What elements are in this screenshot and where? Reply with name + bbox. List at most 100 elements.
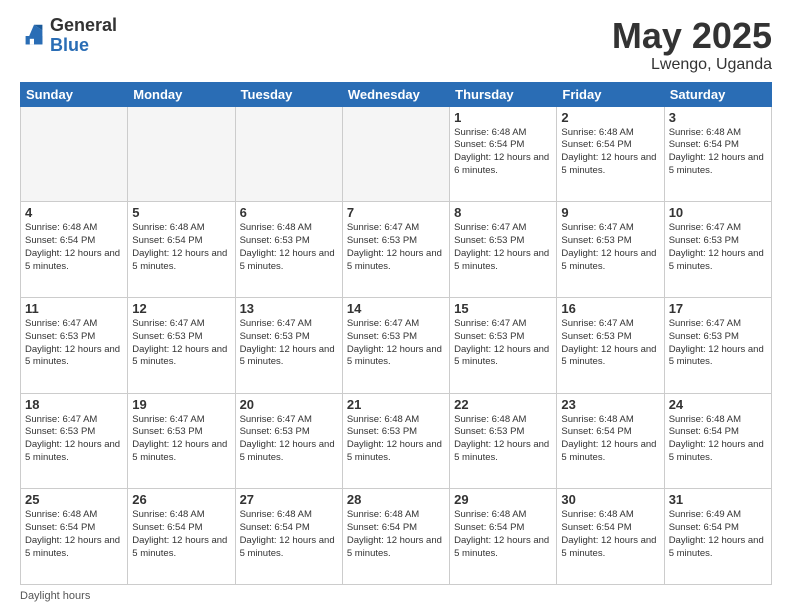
day-info: Sunrise: 6:48 AM Sunset: 6:54 PM Dayligh…: [669, 127, 767, 178]
table-row: 20 Sunrise: 6:47 AM Sunset: 6:53 PM Dayli…: [235, 393, 342, 489]
day-info: Sunrise: 6:47 AM Sunset: 6:53 PM Dayligh…: [561, 318, 659, 369]
day-number: 9: [561, 205, 659, 220]
day-header-row: Sunday Monday Tuesday Wednesday Thursday…: [21, 82, 772, 106]
table-row: 16Sunrise: 6:47 AM Sunset: 6:53 PM Dayli…: [557, 297, 664, 393]
calendar-title: May 2025: [612, 16, 772, 56]
day-info: Sunrise: 6:47 AM Sunset: 6:53 PM Dayligh…: [669, 318, 767, 369]
day-number: 26: [132, 492, 230, 507]
table-row: 11Sunrise: 6:47 AM Sunset: 6:53 PM Dayli…: [21, 297, 128, 393]
header-sunday: Sunday: [21, 82, 128, 106]
day-info: Sunrise: 6:48 AM Sunset: 6:53 PM Dayligh…: [347, 414, 445, 465]
day-info: Sunrise: 6:47 AM Sunset: 6:53 PM Dayligh…: [240, 318, 338, 369]
calendar-week-row: 11 Sunrise: 6:47 AM Sunset: 6:53 PM Dayli…: [21, 297, 772, 393]
table-row: 14 Sunrise: 6:47 AM Sunset: 6:53 PM Dayli…: [342, 297, 449, 393]
table-row: 2 Sunrise: 6:48 AM Sunset: 6:54 PM Daylig…: [557, 106, 664, 202]
day-info: Sunrise: 6:48 AM Sunset: 6:54 PM Dayligh…: [347, 509, 445, 560]
table-row: 18 Sunrise: 6:47 AM Sunset: 6:53 PM Dayli…: [21, 393, 128, 489]
day-number: 19: [132, 397, 230, 412]
day-info: Sunrise: 6:48 AM Sunset: 6:54 PM Dayligh…: [454, 127, 552, 178]
day-number: 18: [25, 397, 123, 412]
calendar-location: Lwengo, Uganda: [612, 56, 772, 74]
day-info: Sunrise: 6:48 AM Sunset: 6:54 PM Dayligh…: [25, 222, 123, 273]
calendar-week-row: 25 Sunrise: 6:48 AM Sunset: 6:54 PM Dayli…: [21, 489, 772, 585]
day-number: 17: [669, 301, 767, 316]
day-number: 4: [25, 205, 123, 220]
calendar-table: Sunday Monday Tuesday Wednesday Thursday…: [20, 82, 772, 585]
day-info: Sunrise: 6:49 AM Sunset: 6:54 PM Dayligh…: [669, 509, 767, 560]
day-info: Sunrise: 6:48 AM Sunset: 6:53 PM Dayligh…: [240, 222, 338, 273]
day-number: 6: [240, 205, 338, 220]
day-info: Sunrise: 6:48 AM Sunset: 6:54 PM Dayligh…: [132, 222, 230, 273]
day-info: Sunrise: 6:48 AM Sunset: 6:54 PM Dayligh…: [240, 509, 338, 560]
table-row: 22Sunrise: 6:48 AM Sunset: 6:53 PM Dayli…: [450, 393, 557, 489]
day-number: 11: [25, 301, 123, 316]
day-info: Sunrise: 6:47 AM Sunset: 6:53 PM Dayligh…: [132, 318, 230, 369]
table-row: 4 Sunrise: 6:48 AM Sunset: 6:54 PM Daylig…: [21, 202, 128, 298]
table-row: 25Sunrise: 6:48 AM Sunset: 6:54 PM Dayli…: [21, 489, 128, 585]
day-number: 31: [669, 492, 767, 507]
day-number: 12: [132, 301, 230, 316]
day-number: 22: [454, 397, 552, 412]
table-row: 28Sunrise: 6:48 AM Sunset: 6:54 PM Dayli…: [342, 489, 449, 585]
header-thursday: Thursday: [450, 82, 557, 106]
header-monday: Monday: [128, 82, 235, 106]
calendar-week-row: 4 Sunrise: 6:48 AM Sunset: 6:54 PM Daylig…: [21, 202, 772, 298]
calendar-week-row: 1Sunrise: 6:48 AM Sunset: 6:54 PM Daylig…: [21, 106, 772, 202]
day-number: 25: [25, 492, 123, 507]
day-number: 2: [561, 110, 659, 125]
calendar-week-row: 18 Sunrise: 6:47 AM Sunset: 6:53 PM Dayli…: [21, 393, 772, 489]
logo-text: General Blue: [50, 16, 117, 56]
day-number: 8: [454, 205, 552, 220]
day-info: Sunrise: 6:47 AM Sunset: 6:53 PM Dayligh…: [454, 222, 552, 273]
day-number: 20: [240, 397, 338, 412]
day-info: Sunrise: 6:47 AM Sunset: 6:53 PM Dayligh…: [561, 222, 659, 273]
day-number: 15: [454, 301, 552, 316]
logo-blue-label: Blue: [50, 36, 117, 56]
day-number: 7: [347, 205, 445, 220]
day-info: Sunrise: 6:47 AM Sunset: 6:53 PM Dayligh…: [347, 222, 445, 273]
table-row: 27 Sunrise: 6:48 AM Sunset: 6:54 PM Dayli…: [235, 489, 342, 585]
day-info: Sunrise: 6:48 AM Sunset: 6:54 PM Dayligh…: [132, 509, 230, 560]
table-row: 15 Sunrise: 6:47 AM Sunset: 6:53 PM Dayli…: [450, 297, 557, 393]
day-info: Sunrise: 6:48 AM Sunset: 6:54 PM Dayligh…: [454, 509, 552, 560]
table-row: 19Sunrise: 6:47 AM Sunset: 6:53 PM Dayli…: [128, 393, 235, 489]
day-info: Sunrise: 6:48 AM Sunset: 6:54 PM Dayligh…: [561, 414, 659, 465]
table-row: 30Sunrise: 6:48 AM Sunset: 6:54 PM Dayli…: [557, 489, 664, 585]
day-info: Sunrise: 6:47 AM Sunset: 6:53 PM Dayligh…: [25, 414, 123, 465]
table-row: 24 Sunrise: 6:48 AM Sunset: 6:54 PM Dayli…: [664, 393, 771, 489]
table-row: 21Sunrise: 6:48 AM Sunset: 6:53 PM Dayli…: [342, 393, 449, 489]
daylight-hours-label: Daylight hours: [20, 590, 90, 602]
table-row: [342, 106, 449, 202]
day-info: Sunrise: 6:48 AM Sunset: 6:54 PM Dayligh…: [561, 509, 659, 560]
table-row: [128, 106, 235, 202]
day-info: Sunrise: 6:48 AM Sunset: 6:54 PM Dayligh…: [561, 127, 659, 178]
page: General Blue May 2025 Lwengo, Uganda Sun…: [0, 0, 792, 612]
table-row: 8 Sunrise: 6:47 AM Sunset: 6:53 PM Daylig…: [450, 202, 557, 298]
table-row: 5 Sunrise: 6:48 AM Sunset: 6:54 PM Daylig…: [128, 202, 235, 298]
table-row: 13Sunrise: 6:47 AM Sunset: 6:53 PM Dayli…: [235, 297, 342, 393]
day-info: Sunrise: 6:48 AM Sunset: 6:54 PM Dayligh…: [669, 414, 767, 465]
title-block: May 2025 Lwengo, Uganda: [612, 16, 772, 74]
day-number: 24: [669, 397, 767, 412]
table-row: 23Sunrise: 6:48 AM Sunset: 6:54 PM Dayli…: [557, 393, 664, 489]
table-row: 1Sunrise: 6:48 AM Sunset: 6:54 PM Daylig…: [450, 106, 557, 202]
day-info: Sunrise: 6:47 AM Sunset: 6:53 PM Dayligh…: [347, 318, 445, 369]
table-row: 17 Sunrise: 6:47 AM Sunset: 6:53 PM Dayli…: [664, 297, 771, 393]
day-number: 14: [347, 301, 445, 316]
logo: General Blue: [20, 16, 117, 56]
logo-general-label: General: [50, 16, 117, 36]
table-row: 29Sunrise: 6:48 AM Sunset: 6:54 PM Dayli…: [450, 489, 557, 585]
table-row: [21, 106, 128, 202]
header-saturday: Saturday: [664, 82, 771, 106]
day-number: 10: [669, 205, 767, 220]
table-row: 26 Sunrise: 6:48 AM Sunset: 6:54 PM Dayli…: [128, 489, 235, 585]
table-row: 9 Sunrise: 6:47 AM Sunset: 6:53 PM Daylig…: [557, 202, 664, 298]
header-friday: Friday: [557, 82, 664, 106]
day-info: Sunrise: 6:47 AM Sunset: 6:53 PM Dayligh…: [240, 414, 338, 465]
footer: Daylight hours: [20, 590, 772, 602]
day-info: Sunrise: 6:47 AM Sunset: 6:53 PM Dayligh…: [454, 318, 552, 369]
day-number: 27: [240, 492, 338, 507]
table-row: 6 Sunrise: 6:48 AM Sunset: 6:53 PM Daylig…: [235, 202, 342, 298]
day-info: Sunrise: 6:47 AM Sunset: 6:53 PM Dayligh…: [669, 222, 767, 273]
day-number: 5: [132, 205, 230, 220]
